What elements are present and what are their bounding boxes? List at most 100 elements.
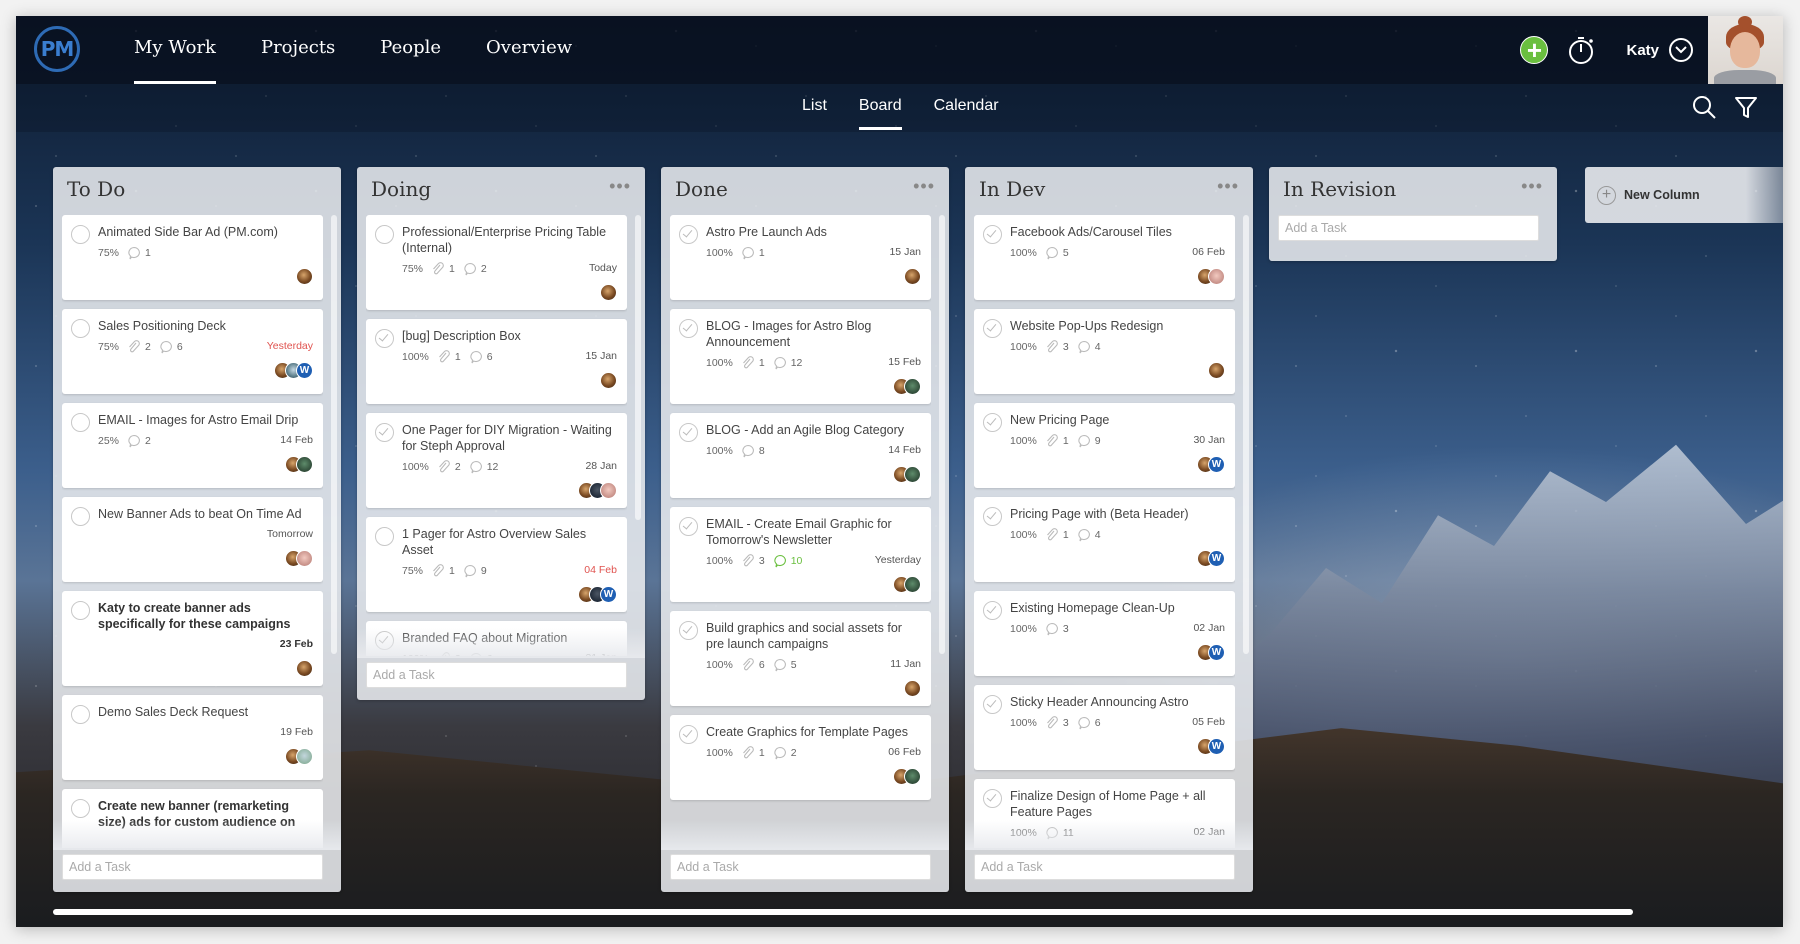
add-task-input[interactable]: Add a Task — [1278, 215, 1539, 241]
column-title[interactable]: In Dev — [979, 177, 1045, 201]
tab-board[interactable]: Board — [858, 84, 902, 132]
task-complete-checkbox[interactable] — [375, 329, 394, 348]
assignee-avatar[interactable] — [904, 768, 921, 785]
task-complete-checkbox[interactable] — [983, 319, 1002, 338]
task-complete-checkbox[interactable] — [983, 413, 1002, 432]
column-title[interactable]: Done — [675, 177, 728, 201]
column-menu-icon[interactable]: ••• — [609, 177, 631, 195]
task-checkbox[interactable] — [71, 319, 90, 338]
assignee-avatar[interactable] — [296, 268, 313, 285]
column-title[interactable]: In Revision — [1283, 177, 1396, 201]
user-avatar[interactable] — [1708, 16, 1783, 84]
assignee-avatar[interactable]: W — [296, 362, 313, 379]
column-title[interactable]: To Do — [67, 177, 125, 201]
column-scrollbar[interactable] — [635, 215, 641, 520]
assignee-avatar[interactable] — [296, 456, 313, 473]
task-complete-checkbox[interactable] — [679, 725, 698, 744]
assignee-avatar[interactable] — [904, 680, 921, 697]
task-card[interactable]: Sales Positioning Deck 75% 2 6 Yesterday W — [62, 309, 323, 394]
task-checkbox[interactable] — [71, 799, 90, 818]
assignee-avatar[interactable]: W — [1208, 456, 1225, 473]
add-task-input[interactable]: Add a Task — [366, 662, 627, 688]
task-card[interactable]: Demo Sales Deck Request 19 Feb — [62, 695, 323, 780]
task-card[interactable]: Existing Homepage Clean-Up 100% 3 02 Jan W — [974, 591, 1235, 676]
task-card[interactable]: New Pricing Page 100% 1 9 30 Jan W — [974, 403, 1235, 488]
new-column-button[interactable]: + New Column — [1585, 167, 1783, 223]
assignee-avatar[interactable] — [600, 284, 617, 301]
assignee-avatar[interactable] — [904, 378, 921, 395]
task-checkbox[interactable] — [71, 507, 90, 526]
task-card[interactable]: Facebook Ads/Carousel Tiles 100% 5 06 Feb — [974, 215, 1235, 300]
user-name[interactable]: Katy — [1626, 42, 1659, 59]
user-menu-chevron-icon[interactable] — [1669, 38, 1693, 62]
assignee-avatar[interactable] — [600, 372, 617, 389]
nav-projects[interactable]: Projects — [261, 16, 335, 84]
task-card[interactable]: Katy to create banner ads specifically f… — [62, 591, 323, 686]
assignee-avatar[interactable]: W — [1208, 644, 1225, 661]
assignee-avatar[interactable] — [600, 482, 617, 499]
nav-my-work[interactable]: My Work — [134, 16, 216, 84]
stopwatch-icon[interactable] — [1566, 35, 1596, 65]
task-card[interactable]: Professional/Enterprise Pricing Table (I… — [366, 215, 627, 310]
task-complete-checkbox[interactable] — [679, 423, 698, 442]
task-card[interactable]: Build graphics and social assets for pre… — [670, 611, 931, 706]
add-task-input[interactable]: Add a Task — [670, 854, 931, 880]
task-card[interactable]: Create Graphics for Template Pages 100% 1 2… — [670, 715, 931, 800]
tab-calendar[interactable]: Calendar — [934, 84, 999, 132]
task-card[interactable]: One Pager for DIY Migration - Waiting fo… — [366, 413, 627, 508]
board-horizontal-scrollbar[interactable] — [53, 909, 1633, 915]
assignee-avatar[interactable] — [1208, 362, 1225, 379]
assignee-avatar[interactable]: W — [600, 586, 617, 603]
task-complete-checkbox[interactable] — [983, 601, 1002, 620]
task-complete-checkbox[interactable] — [679, 517, 698, 536]
assignee-avatar[interactable]: W — [1208, 550, 1225, 567]
task-card[interactable]: EMAIL - Create Email Graphic for Tomorro… — [670, 507, 931, 602]
column-menu-icon[interactable]: ••• — [1521, 177, 1543, 195]
assignee-avatar[interactable]: W — [1208, 738, 1225, 755]
search-icon[interactable] — [1691, 94, 1717, 120]
task-complete-checkbox[interactable] — [983, 225, 1002, 244]
task-checkbox[interactable] — [71, 705, 90, 724]
assignee-avatar[interactable] — [904, 268, 921, 285]
assignee-avatar[interactable] — [904, 466, 921, 483]
task-complete-checkbox[interactable] — [375, 423, 394, 442]
add-task-input[interactable]: Add a Task — [62, 854, 323, 880]
column-scrollbar[interactable] — [939, 215, 945, 654]
task-card[interactable]: BLOG - Images for Astro Blog Announcemen… — [670, 309, 931, 404]
add-task-input[interactable]: Add a Task — [974, 854, 1235, 880]
task-card[interactable]: EMAIL - Images for Astro Email Drip 25% 2 1… — [62, 403, 323, 488]
assignee-avatar[interactable] — [296, 748, 313, 765]
task-card[interactable]: [bug] Description Box 100% 1 6 15 Jan — [366, 319, 627, 404]
task-checkbox[interactable] — [71, 225, 90, 244]
task-complete-checkbox[interactable] — [983, 507, 1002, 526]
assignee-avatar[interactable] — [1208, 268, 1225, 285]
tab-list[interactable]: List — [802, 84, 827, 132]
task-complete-checkbox[interactable] — [983, 789, 1002, 808]
task-card[interactable]: New Banner Ads to beat On Time Ad Tomorro… — [62, 497, 323, 582]
assignee-avatar[interactable] — [296, 550, 313, 567]
nav-overview[interactable]: Overview — [486, 16, 572, 84]
task-card[interactable]: Website Pop-Ups Redesign 100% 3 4 — [974, 309, 1235, 394]
column-title[interactable]: Doing — [371, 177, 431, 201]
column-menu-icon[interactable]: ••• — [1217, 177, 1239, 195]
assignee-avatar[interactable] — [296, 660, 313, 677]
nav-people[interactable]: People — [380, 16, 441, 84]
task-checkbox[interactable] — [375, 527, 394, 546]
task-card[interactable]: 1 Pager for Astro Overview Sales Asset 75… — [366, 517, 627, 612]
filter-icon[interactable] — [1733, 94, 1759, 120]
column-menu-icon[interactable]: ••• — [913, 177, 935, 195]
task-checkbox[interactable] — [375, 225, 394, 244]
task-card[interactable]: Astro Pre Launch Ads 100% 1 15 Jan — [670, 215, 931, 300]
task-card[interactable]: Sticky Header Announcing Astro 100% 3 6 05 F… — [974, 685, 1235, 770]
task-card[interactable]: Animated Side Bar Ad (PM.com) 75% 1 — [62, 215, 323, 300]
task-complete-checkbox[interactable] — [679, 225, 698, 244]
assignee-avatar[interactable] — [904, 576, 921, 593]
pm-logo[interactable]: PM — [34, 26, 80, 72]
column-scrollbar[interactable] — [1243, 215, 1249, 654]
column-scrollbar[interactable] — [331, 215, 337, 654]
task-complete-checkbox[interactable] — [679, 319, 698, 338]
task-complete-checkbox[interactable] — [679, 621, 698, 640]
task-complete-checkbox[interactable] — [983, 695, 1002, 714]
task-card[interactable]: Pricing Page with (Beta Header) 100% 1 4 W — [974, 497, 1235, 582]
task-card[interactable]: BLOG - Add an Agile Blog Category 100% 8 14… — [670, 413, 931, 498]
